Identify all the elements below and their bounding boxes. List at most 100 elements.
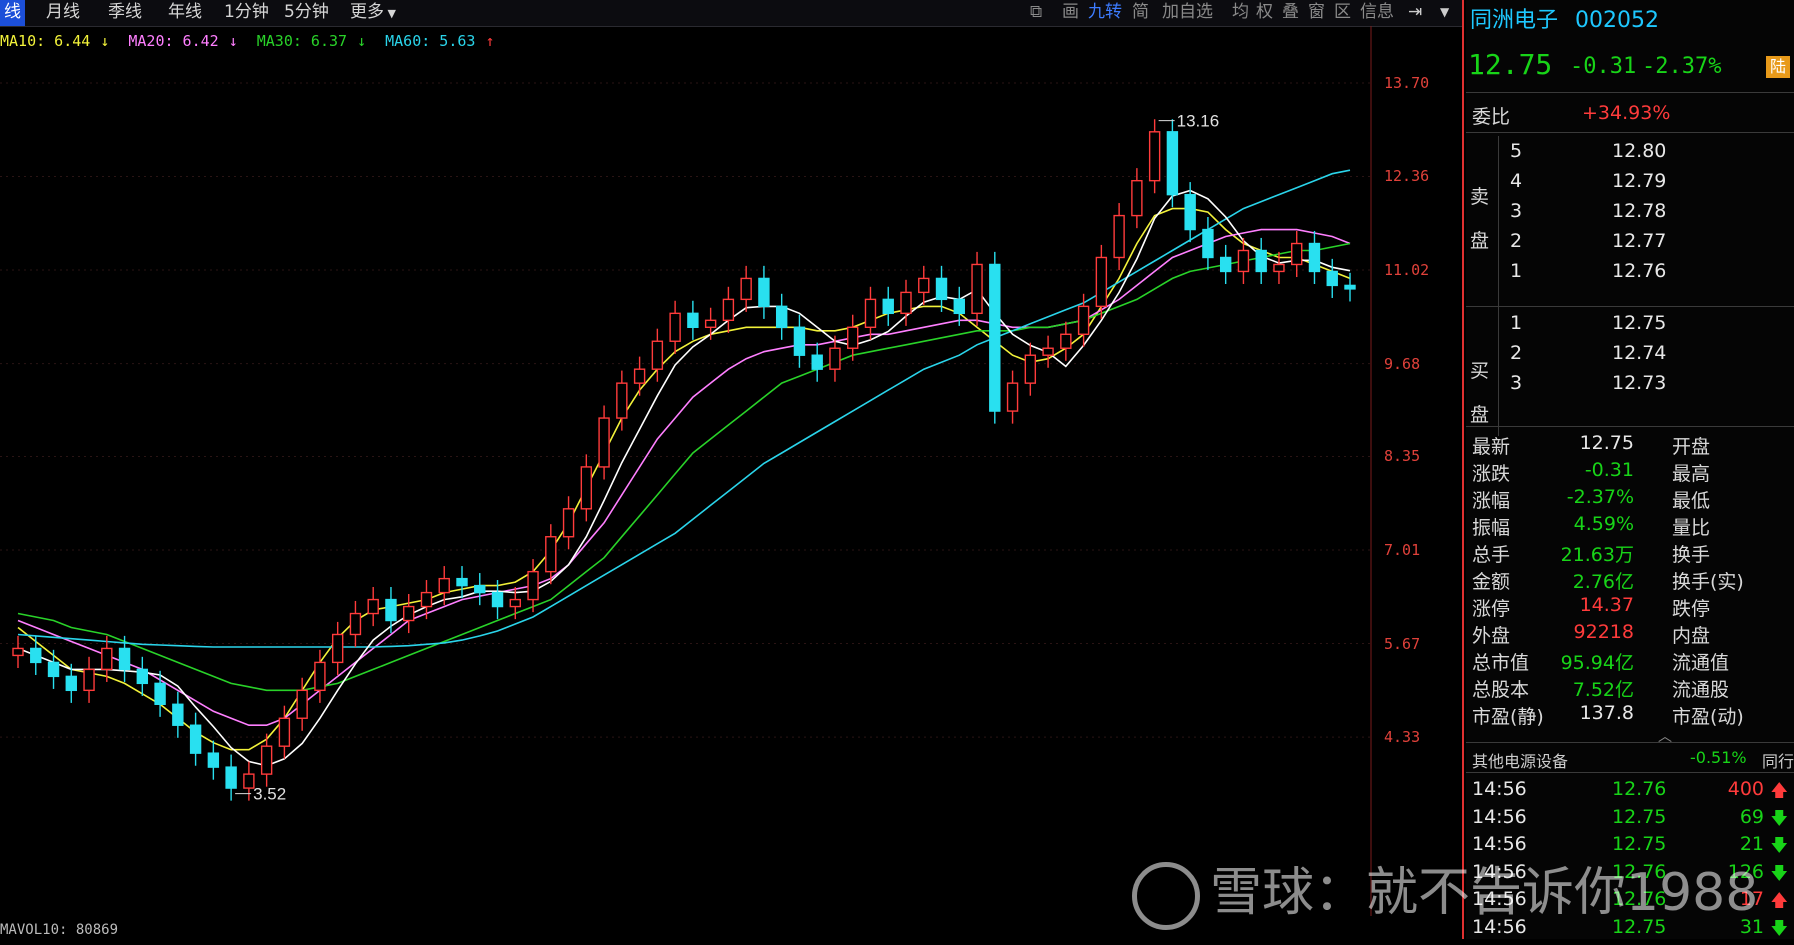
tab-same-industry[interactable]: 同行 <box>1762 748 1794 772</box>
candle-body <box>101 647 113 671</box>
candle-body <box>598 417 610 468</box>
quote-panel: 同洲电子 002052 12.75 -0.31 -2.37% 陆 委比 +34.… <box>1466 0 1794 939</box>
stat-label-right: 流通股 <box>1672 679 1730 701</box>
candle <box>1131 168 1143 229</box>
candle-body <box>509 598 521 608</box>
arrow-down-icon: 🡇 <box>1770 808 1788 829</box>
stat-value: 137.8 <box>1579 702 1634 724</box>
order-level: 2 <box>1510 342 1523 364</box>
candle-body <box>1095 256 1108 308</box>
tool-range[interactable]: 区 <box>1334 0 1351 26</box>
candle <box>935 265 948 312</box>
layout-icon[interactable]: ⧉ <box>1030 0 1042 26</box>
candle-body <box>12 647 24 657</box>
price-change-pct: -2.37% <box>1642 54 1722 79</box>
tab-quarter-line[interactable]: 季线 <box>108 0 142 26</box>
candle-body <box>314 661 326 692</box>
tool-info[interactable]: 信息 <box>1360 0 1394 26</box>
tick-direction: 🡇 <box>1771 861 1788 890</box>
candle <box>1326 258 1338 298</box>
y-tick-label: 12.36 <box>1384 167 1430 186</box>
candle-body <box>935 277 948 301</box>
candle-body <box>225 766 237 789</box>
y-tick-label: 4.33 <box>1384 728 1421 747</box>
chevron-down-icon[interactable]: ▼ <box>1440 0 1449 26</box>
candle-body <box>260 745 273 775</box>
y-tick-label: 11.02 <box>1384 261 1430 280</box>
collapse-icon[interactable]: ︿ <box>1658 726 1672 746</box>
candle-body <box>722 298 735 322</box>
price-labels: 13.16 3.52 <box>235 112 1219 804</box>
price-axis: 13.70 12.36 11.02 9.68 8.35 7.01 5.67 4.33 <box>1372 26 1462 906</box>
candle <box>793 314 806 368</box>
tick-direction: 🡅 <box>1771 888 1788 917</box>
tool-window[interactable]: 窗 <box>1308 0 1325 26</box>
tab-month-line[interactable]: 月线 <box>46 0 80 26</box>
candle-body <box>882 298 894 315</box>
tab-day-line[interactable]: 线 <box>0 0 25 26</box>
export-icon[interactable]: ⇥ <box>1408 0 1422 26</box>
xueqiu-logo-icon <box>1132 862 1200 930</box>
ma30-line <box>17 242 1351 692</box>
tab-year-line[interactable]: 年线 <box>168 0 202 26</box>
candle-body <box>349 612 362 636</box>
candle-body <box>562 508 575 538</box>
candle-body <box>331 633 344 664</box>
tick-time: 14:56 <box>1472 805 1527 828</box>
candle <box>882 286 894 326</box>
candle-body <box>385 598 397 622</box>
candle-body <box>864 298 877 328</box>
period-toolbar: 线 月线 季线 年线 1分钟 5分钟 更多 ▼ ⧉ 画 九转 简 加自选 均 权… <box>0 0 1462 27</box>
order-level: 4 <box>1510 170 1523 192</box>
tool-overlay[interactable]: 叠 <box>1282 0 1299 26</box>
order-level: 2 <box>1510 230 1523 252</box>
chevron-down-icon: ▼ <box>384 7 396 20</box>
tool-rights[interactable]: 权 <box>1256 0 1273 26</box>
tab-1min[interactable]: 1分钟 <box>224 0 269 26</box>
high-price-label: 13.16 <box>1177 112 1220 131</box>
sector-name[interactable]: 其他电源设备 <box>1472 748 1568 772</box>
tool-average[interactable]: 均 <box>1232 0 1249 26</box>
candle-body <box>1184 193 1196 231</box>
order-level: 3 <box>1510 372 1523 394</box>
order-price: 12.73 <box>1612 372 1667 394</box>
price-change: -0.31 <box>1570 54 1637 79</box>
candle <box>669 300 681 354</box>
tab-5min[interactable]: 5分钟 <box>284 0 329 26</box>
tool-nine-turn[interactable]: 九转 <box>1088 0 1122 26</box>
stat-value: -2.37% <box>1566 486 1634 508</box>
stock-title: 同洲电子 002052 <box>1470 2 1659 34</box>
tool-simple[interactable]: 简 <box>1132 0 1149 26</box>
candle-body <box>83 668 95 692</box>
panel-divider <box>1462 0 1464 939</box>
candle-body <box>420 591 433 608</box>
ma10-line <box>17 207 1351 751</box>
candle-body <box>47 661 60 678</box>
tool-draw[interactable]: 画 <box>1062 0 1079 26</box>
stat-label-right: 换手 <box>1672 544 1711 566</box>
candle <box>474 573 486 606</box>
stat-value: 4.59% <box>1573 513 1634 535</box>
candle <box>12 635 24 668</box>
candle <box>1113 203 1125 271</box>
candle <box>989 251 1001 424</box>
candle <box>456 566 468 599</box>
connect-badge[interactable]: 陆 <box>1766 56 1790 78</box>
stat-label-right: 跌停 <box>1672 598 1711 620</box>
order-level: 1 <box>1510 312 1523 334</box>
candle <box>1166 119 1179 208</box>
tab-more[interactable]: 更多 ▼ <box>350 0 396 26</box>
chart-grid <box>0 26 1372 916</box>
candle-body <box>580 466 593 510</box>
candle-body <box>1219 256 1232 273</box>
tick-price: 12.75 <box>1612 805 1667 828</box>
y-tick-label: 7.01 <box>1384 541 1421 559</box>
kline-chart[interactable]: 13.16 3.52 <box>0 26 1372 916</box>
candle-body <box>1024 354 1037 384</box>
stat-label-right: 最高 <box>1672 463 1711 485</box>
weibi-value: +34.93% <box>1582 102 1671 124</box>
candle-body <box>1255 249 1267 273</box>
tool-add-watchlist[interactable]: 加自选 <box>1162 0 1213 26</box>
candle <box>225 754 237 801</box>
y-tick-label: 13.70 <box>1384 73 1430 92</box>
